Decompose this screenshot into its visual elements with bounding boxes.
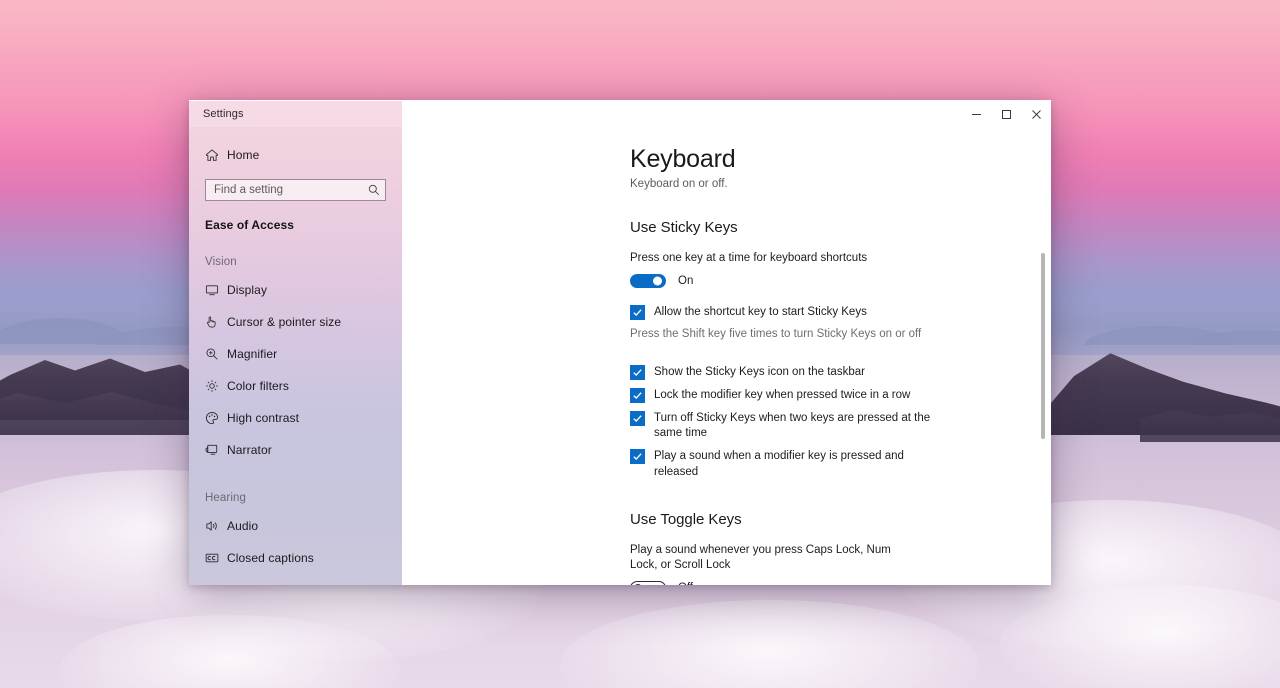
sidebar-item-magnifier[interactable]: Magnifier xyxy=(189,338,402,370)
sticky-keys-option-checkbox-2[interactable] xyxy=(630,411,645,427)
speaker-icon xyxy=(205,519,227,533)
home-icon xyxy=(205,148,227,162)
toggle-keys-description: Play a sound whenever you press Caps Loc… xyxy=(630,543,891,572)
search-input[interactable] xyxy=(214,184,368,196)
titlebar-left-region: Settings xyxy=(189,101,402,127)
toggle-keys-toggle-state: Off xyxy=(678,582,693,585)
section-title-sticky-keys: Use Sticky Keys xyxy=(630,219,738,236)
titlebar-drag-region[interactable] xyxy=(402,101,961,127)
sticky-keys-toggle[interactable] xyxy=(630,274,666,289)
sticky-keys-shortcut-label: Allow the shortcut key to start Sticky K… xyxy=(654,306,867,319)
checkmark-icon xyxy=(633,368,642,376)
close-button[interactable] xyxy=(1021,101,1051,127)
sticky-keys-option-checkbox-1[interactable] xyxy=(630,387,645,403)
minimize-button[interactable] xyxy=(961,101,991,127)
sidebar-group-title-hearing: Hearing xyxy=(205,492,246,504)
sticky-keys-option-checkbox-0[interactable] xyxy=(630,364,645,380)
toggle-keys-toggle-row: Off xyxy=(630,581,1051,585)
window-controls xyxy=(961,101,1051,127)
closed-captions-icon xyxy=(205,551,227,565)
sticky-keys-shortcut-hint: Press the Shift key five times to turn S… xyxy=(630,328,922,341)
sidebar-item-label-color-filters: Color filters xyxy=(227,379,289,393)
toggle-keys-toggle[interactable] xyxy=(630,581,666,585)
window-body: Home Ease of Access xyxy=(189,127,1051,585)
sidebar-item-label-display: Display xyxy=(227,283,268,297)
sidebar-item-audio[interactable]: Audio xyxy=(189,510,402,542)
search-container xyxy=(189,171,402,201)
scrollbar-thumb[interactable] xyxy=(1041,253,1045,439)
sidebar-item-label-closed-captions: Closed captions xyxy=(227,551,314,565)
close-icon xyxy=(1031,109,1041,119)
page-title: Keyboard xyxy=(630,145,736,173)
sidebar-category-title: Ease of Access xyxy=(205,218,295,232)
sidebar-item-label-home: Home xyxy=(227,148,260,162)
content-scrollbar[interactable] xyxy=(1038,127,1048,585)
sidebar-item-color-filters[interactable]: Color filters xyxy=(189,370,402,402)
toggle-knob xyxy=(634,584,642,585)
magnifier-icon xyxy=(205,347,227,361)
sticky-keys-option-checkbox-3[interactable] xyxy=(630,449,645,465)
maximize-icon xyxy=(1001,109,1011,119)
settings-page: Keyboard Keyboard on or off. Use Sticky … xyxy=(402,127,1051,585)
search-icon[interactable] xyxy=(368,184,380,196)
sidebar-item-home[interactable]: Home xyxy=(189,139,402,171)
settings-window: Settings Home Find a setting Ease of Acc… xyxy=(189,100,1051,585)
app-title: Settings xyxy=(203,108,244,120)
sticky-keys-option-row-2[interactable]: Turn off Sticky Keys when two keys are p… xyxy=(630,411,1051,441)
sticky-keys-option-label-2: Turn off Sticky Keys when two keys are p… xyxy=(654,412,931,440)
sidebar-group-title-vision: Vision xyxy=(205,256,237,268)
desktop-wallpaper: Settings Home Find a setting Ease of Acc… xyxy=(0,0,1280,688)
content-area: Keyboard Keyboard on or off. Use Sticky … xyxy=(402,127,1051,585)
search-box[interactable] xyxy=(205,179,386,201)
sidebar-item-high-contrast[interactable]: High contrast xyxy=(189,402,402,434)
window-titlebar: Settings xyxy=(189,101,1051,127)
sticky-keys-option-label-1: Lock the modifier key when pressed twice… xyxy=(654,388,911,401)
sidebar-item-label-audio: Audio xyxy=(227,519,259,533)
section-title-toggle-keys: Use Toggle Keys xyxy=(630,510,742,528)
minimize-icon xyxy=(971,113,981,115)
checkmark-icon xyxy=(633,453,642,461)
sticky-keys-option-row-1[interactable]: Lock the modifier key when pressed twice… xyxy=(630,387,1051,403)
contrast-palette-icon xyxy=(205,411,227,425)
sticky-keys-toggle-state: On xyxy=(678,275,694,288)
sticky-keys-description: Press one key at a time for keyboard sho… xyxy=(630,252,868,264)
checkmark-icon xyxy=(633,415,642,423)
checkmark-icon xyxy=(633,392,642,399)
sidebar-item-display[interactable]: Display xyxy=(189,274,402,306)
checkmark-icon xyxy=(633,309,642,317)
page-subtitle: Keyboard on or off. xyxy=(630,178,728,190)
monitor-icon xyxy=(205,283,227,297)
sticky-keys-shortcut-checkbox[interactable] xyxy=(630,305,645,321)
narrator-screen-icon xyxy=(205,443,227,457)
sidebar-item-closed-captions[interactable]: Closed captions xyxy=(189,542,402,574)
sticky-keys-shortcut-checkbox-row[interactable]: Allow the shortcut key to start Sticky K… xyxy=(630,305,1051,321)
sticky-keys-option-label-0: Show the Sticky Keys icon on the taskbar xyxy=(654,365,865,378)
maximize-button[interactable] xyxy=(991,101,1021,127)
sidebar-item-label-high-contrast: High contrast xyxy=(227,411,299,425)
sticky-keys-option-label-3: Play a sound when a modifier key is pres… xyxy=(654,450,904,478)
navigation-sidebar: Home Ease of Access xyxy=(189,127,402,585)
sidebar-item-cursor-pointer-size[interactable]: Cursor & pointer size xyxy=(189,306,402,338)
sidebar-item-narrator[interactable]: Narrator xyxy=(189,434,402,466)
sidebar-item-label-cursor-pointer-size: Cursor & pointer size xyxy=(227,315,342,329)
cursor-pointer-icon xyxy=(205,315,227,329)
brightness-icon xyxy=(205,379,227,393)
sidebar-item-label-magnifier: Magnifier xyxy=(227,347,278,361)
sidebar-item-label-narrator: Narrator xyxy=(227,443,272,457)
sticky-keys-option-row-0[interactable]: Show the Sticky Keys icon on the taskbar xyxy=(630,364,1051,380)
sticky-keys-toggle-row: On xyxy=(630,274,1051,289)
sticky-keys-option-row-3[interactable]: Play a sound when a modifier key is pres… xyxy=(630,449,1051,479)
toggle-knob xyxy=(653,276,662,286)
